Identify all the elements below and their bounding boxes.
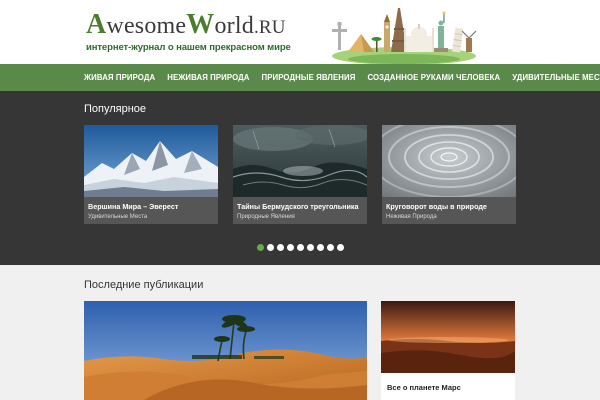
card-category[interactable]: Удивительные Места [88, 214, 147, 220]
world-landmarks-illustration [332, 8, 477, 64]
nav-item-amazing-places[interactable]: Удивительные места [512, 73, 600, 82]
nav-item-natural-phenomena[interactable]: Природные явления [262, 73, 356, 82]
latest-post-mars[interactable]: Все о планете Марс [381, 301, 515, 400]
carousel-dot[interactable] [327, 244, 334, 251]
mars-image [381, 301, 515, 373]
bermuda-storm-image [233, 125, 367, 197]
site-tagline: интернет-журнал о нашем прекрасном мире [86, 42, 291, 53]
nav-item-inanimate-nature[interactable]: Неживая природа [167, 73, 249, 82]
carousel-dot[interactable] [337, 244, 344, 251]
popular-heading: Популярное [84, 103, 147, 115]
logo-domain: .RU [253, 17, 286, 38]
carousel-dot[interactable] [277, 244, 284, 251]
popular-card-everest[interactable]: Вершина Мира – Эверест Удивительные Мест… [84, 125, 218, 224]
water-ripples-image [382, 125, 516, 197]
side-post-title[interactable]: Все о планете Марс [387, 383, 461, 392]
card-category[interactable]: Природные Явления [237, 214, 295, 220]
everest-image [84, 125, 218, 197]
popular-card-water-cycle[interactable]: Круговорот воды в природе Неживая Природ… [382, 125, 516, 224]
popular-carousel: Вершина Мира – Эверест Удивительные Мест… [84, 125, 531, 224]
popular-card-bermuda[interactable]: Тайны Бермудского треугольника Природные… [233, 125, 367, 224]
card-title[interactable]: Тайны Бермудского треугольника [237, 202, 359, 211]
carousel-dot[interactable] [297, 244, 304, 251]
latest-post-desert[interactable] [84, 301, 367, 400]
card-title[interactable]: Круговорот воды в природе [386, 202, 487, 211]
latest-heading: Последние публикации [84, 279, 204, 291]
main-nav: Живая природа Неживая природа Природные … [0, 64, 600, 91]
carousel-dot[interactable] [287, 244, 294, 251]
logo-awesome-rest: wesome [106, 13, 187, 39]
carousel-dot[interactable] [257, 244, 264, 251]
logo-world-rest: orld [214, 13, 254, 39]
carousel-pagination [257, 244, 347, 251]
latest-section: Последние публикации Все о планете Марс [0, 265, 600, 400]
popular-section: Популярное Вершина Мира – Эверест Удивит… [0, 91, 600, 265]
nav-item-wildlife[interactable]: Живая природа [84, 73, 155, 82]
carousel-dot[interactable] [317, 244, 324, 251]
logo-text[interactable]: AwesomeWorld.RU [86, 11, 291, 41]
card-category[interactable]: Неживая Природа [386, 214, 437, 220]
site-logo[interactable]: AwesomeWorld.RU интернет-журнал о нашем … [86, 11, 291, 54]
nav-item-man-made[interactable]: Созданное руками человека [367, 73, 500, 82]
desert-palms-image [84, 301, 367, 400]
carousel-dot[interactable] [267, 244, 274, 251]
carousel-dot[interactable] [307, 244, 314, 251]
site-header: AwesomeWorld.RU интернет-журнал о нашем … [0, 0, 600, 64]
card-title[interactable]: Вершина Мира – Эверест [88, 202, 178, 211]
